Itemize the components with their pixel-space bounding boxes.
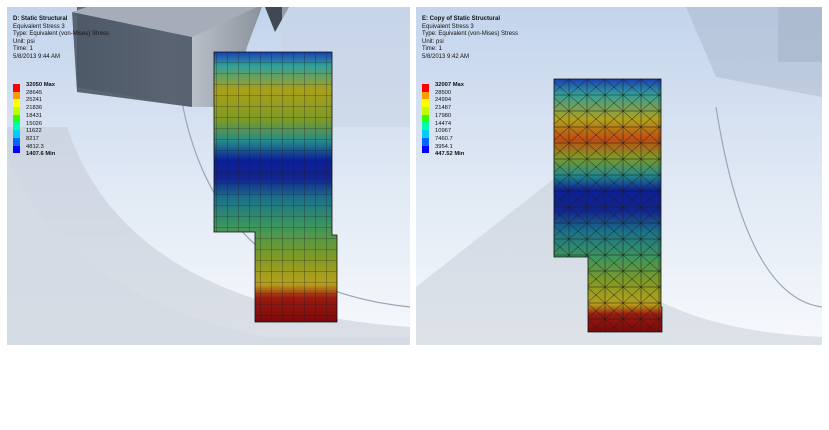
legend-min: 447.52 Min [435, 151, 465, 158]
result-name: Equivalent Stress 3 [422, 23, 474, 30]
legend-value: 4812.3 [26, 143, 44, 150]
result-time: Time: 1 [13, 46, 33, 53]
legend-value: 18431 [26, 112, 43, 119]
result-type: Type: Equivalent (von-Mises) Stress [422, 31, 519, 38]
legend-value: 17980 [435, 112, 452, 119]
legend-swatch [13, 145, 20, 154]
legend-value: 11622 [26, 128, 42, 135]
analysis-title: D: Static Structural [13, 16, 68, 22]
legend-value: 21487 [435, 105, 452, 112]
legend-value: 10967 [435, 128, 452, 135]
legend-swatch [13, 114, 20, 123]
legend-color-bar [13, 84, 20, 154]
result-info: D: Static Structural Equivalent Stress 3… [13, 16, 109, 62]
analysis-title: E: Copy of Static Structural [422, 16, 501, 22]
legend-swatch [422, 130, 429, 138]
outer-arc-shape [715, 106, 822, 308]
legend-swatch [422, 84, 429, 92]
result-type: Type: Equivalent (von-Mises) Stress [13, 31, 110, 38]
legend-value: 8217 [26, 135, 39, 142]
mesh-grid [214, 52, 337, 322]
legend-swatch [13, 99, 20, 108]
left-viewport[interactable]: D: Static Structural Equivalent Stress 3… [7, 7, 410, 345]
legend-value: 21836 [26, 105, 43, 112]
legend-swatch [422, 114, 429, 123]
legend-swatch [13, 84, 20, 92]
legend-swatch [422, 122, 429, 131]
legend-swatch [13, 122, 20, 131]
result-date: 5/8/2013 9:42 AM [422, 53, 470, 60]
right-viewport[interactable]: E: Copy of Static Structural Equivalent … [416, 7, 822, 345]
legend-swatch [13, 107, 20, 115]
legend-swatch [13, 130, 20, 138]
legend-swatch [422, 99, 429, 108]
legend-max: 32050 Max [26, 82, 56, 88]
legend-value: 25241 [26, 97, 43, 104]
legend-value: 3954.1 [435, 143, 453, 150]
legend-min: 1407.6 Min [26, 151, 56, 158]
legend-value: 28500 [435, 89, 452, 96]
legend-swatch [13, 91, 20, 100]
result-unit: Unit: psi [13, 38, 35, 45]
legend-value: 7460.7 [435, 135, 453, 142]
result-info: E: Copy of Static Structural Equivalent … [422, 16, 518, 62]
legend-color-bar [422, 84, 429, 154]
legend-swatch [422, 91, 429, 100]
result-date: 5/8/2013 9:44 AM [13, 53, 61, 60]
legend-swatch [13, 137, 20, 146]
legend-value: 15026 [26, 120, 43, 127]
legend-value: 14474 [435, 120, 452, 127]
result-name: Equivalent Stress 3 [13, 23, 65, 30]
result-time: Time: 1 [422, 46, 442, 53]
legend-value: 28645 [26, 89, 43, 96]
legend-swatch [422, 137, 429, 146]
legend-swatch [422, 107, 429, 115]
legend-max: 32007 Max [435, 82, 465, 88]
background-plate-shape [778, 7, 822, 62]
legend-value: 24994 [435, 97, 452, 104]
result-unit: Unit: psi [422, 38, 444, 45]
legend-swatch [422, 145, 429, 154]
